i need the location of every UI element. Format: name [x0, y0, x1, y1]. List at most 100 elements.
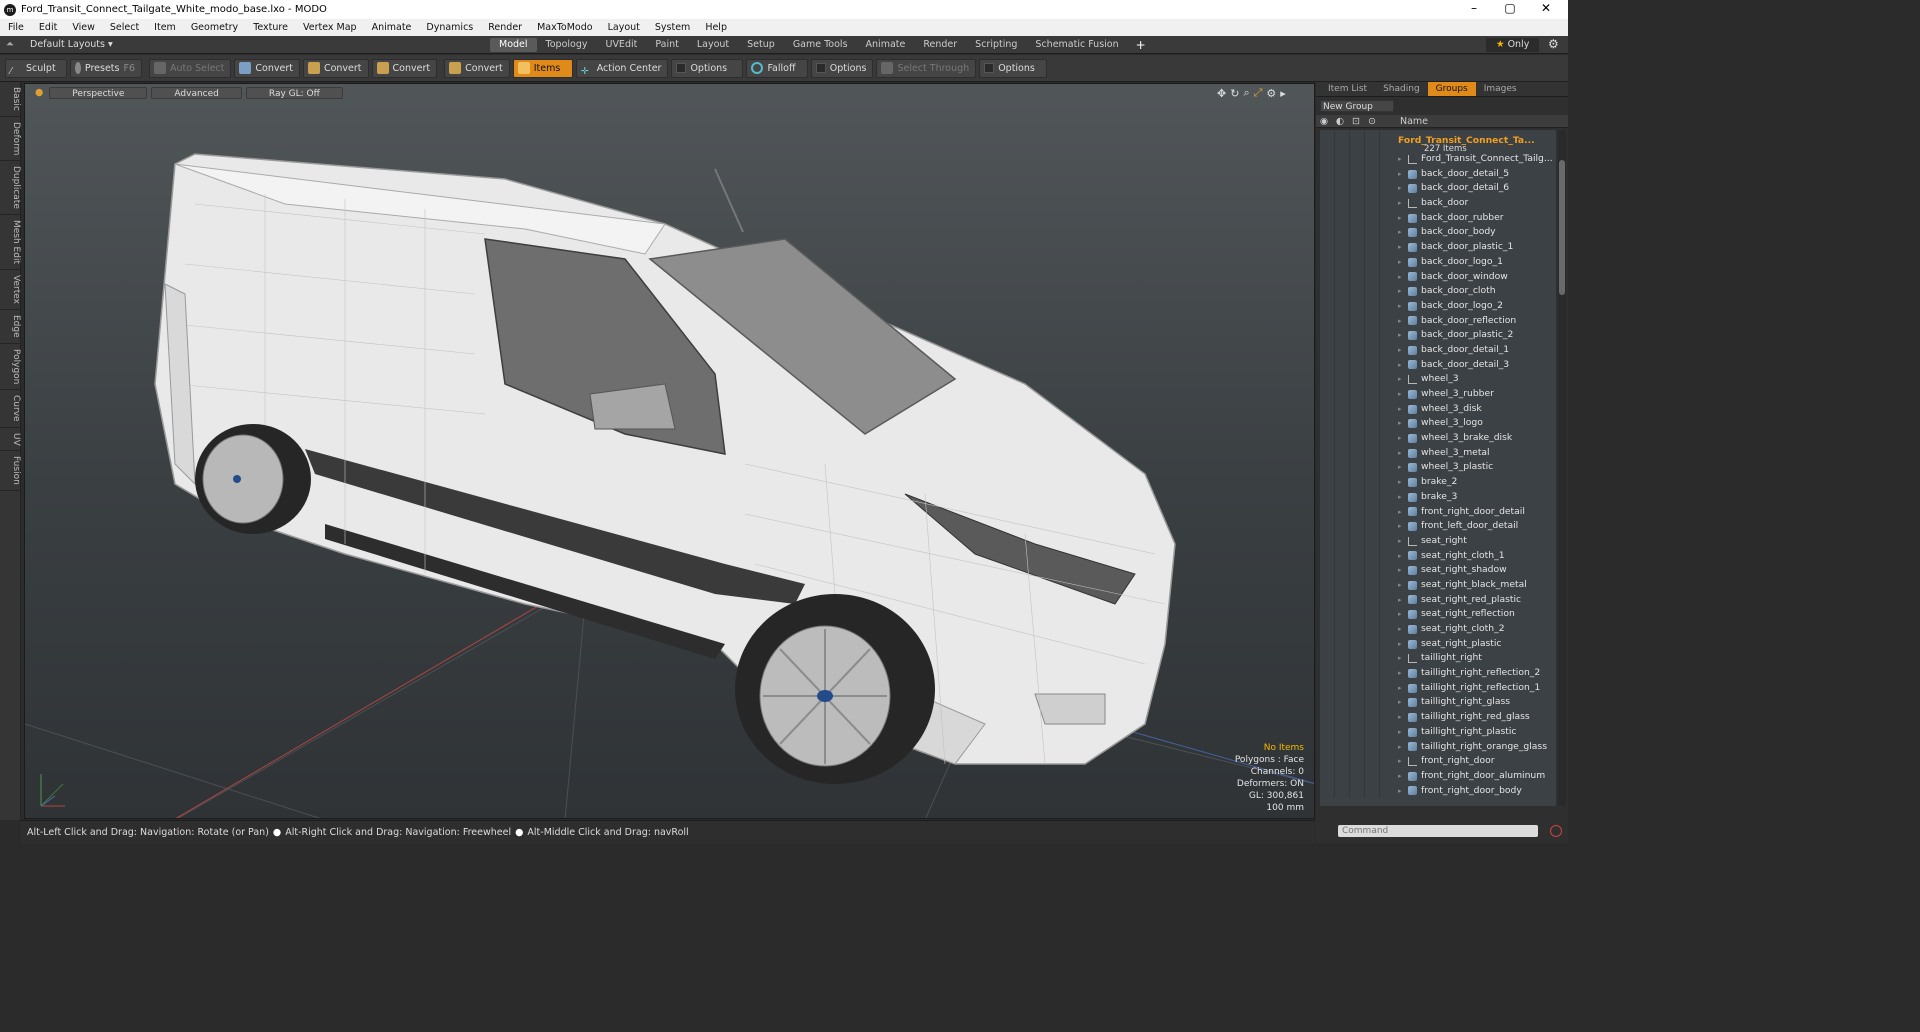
list-item[interactable]: ▸ seat_right_red_plastic — [1320, 592, 1556, 608]
presets-button[interactable]: Presets F6 — [70, 58, 142, 78]
list-item[interactable]: ▸ taillight_right_glass — [1320, 695, 1556, 711]
menu-render[interactable]: Render — [480, 22, 529, 33]
list-item[interactable]: ▸ front_right_door — [1320, 754, 1556, 769]
expand-icon[interactable]: ▸ — [1398, 681, 1408, 696]
menu-help[interactable]: Help — [697, 22, 734, 33]
convert-button-1[interactable]: Convert — [234, 58, 300, 78]
items-button[interactable]: Items — [512, 58, 573, 78]
expand-icon[interactable]: ▸ — [1398, 769, 1408, 784]
list-item[interactable]: ▸ seat_right — [1320, 533, 1556, 549]
expand-icon[interactable]: ▸ — [1398, 710, 1408, 725]
expand-icon[interactable]: ▸ — [1398, 534, 1408, 549]
expand-icon[interactable]: ▸ — [1398, 784, 1408, 799]
expand-icon[interactable]: ▸ — [1398, 607, 1408, 622]
expand-icon[interactable]: ▸ — [1398, 622, 1408, 637]
convert-button-2[interactable]: Convert — [302, 58, 369, 78]
sculpt-button[interactable]: ⁄ Sculpt — [5, 58, 67, 78]
list-item[interactable]: ▸ back_door_detail_1 — [1320, 342, 1556, 358]
list-item[interactable]: ▸ taillight_right_reflection_1 — [1320, 680, 1556, 696]
menu-item[interactable]: Item — [146, 22, 183, 33]
menu-file[interactable]: File — [0, 22, 31, 33]
list-item[interactable]: ▸ wheel_3 — [1320, 372, 1556, 387]
left-tab-duplicate[interactable]: Duplicate — [0, 161, 21, 216]
action-center-options[interactable]: Options — [671, 58, 744, 78]
left-tab-vertex[interactable]: Vertex — [0, 270, 21, 311]
tab-game-tools[interactable]: Game Tools — [784, 38, 857, 52]
expand-icon[interactable]: ▸ — [1398, 270, 1408, 285]
list-item[interactable]: ▸ brake_2 — [1320, 475, 1556, 490]
viewport-menu-icon[interactable]: ● — [35, 87, 43, 98]
default-layouts-dropdown[interactable]: Default Layouts ▾ — [30, 39, 490, 50]
list-item[interactable]: ▸ front_right_door_detail — [1320, 504, 1556, 520]
list-item[interactable]: ▸ wheel_3_brake_disk — [1320, 431, 1556, 446]
expand-icon[interactable]: ▸ — [1398, 358, 1408, 373]
visibility-column-icon[interactable]: ◉ — [1316, 116, 1332, 127]
advanced-dropdown[interactable]: Advanced — [151, 86, 242, 99]
rotate-icon[interactable]: ↻ — [1230, 87, 1239, 100]
maximize-button[interactable]: ▢ — [1493, 0, 1527, 19]
close-button[interactable]: ✕ — [1529, 0, 1563, 19]
pan-icon[interactable]: ✥ — [1217, 87, 1226, 100]
expand-icon[interactable]: ▸ — [1398, 666, 1408, 681]
list-item[interactable]: ▸ back_door_logo_2 — [1320, 298, 1556, 314]
expand-icon[interactable]: ▸ — [1398, 167, 1408, 182]
expand-icon[interactable]: ▸ — [1398, 152, 1408, 167]
list-item[interactable]: ▸ wheel_3_plastic — [1320, 460, 1556, 476]
menu-maxtomodo[interactable]: MaxToModo — [529, 22, 600, 33]
expand-icon[interactable]: ▸ — [1398, 284, 1408, 299]
expand-icon[interactable]: ▸ — [1398, 460, 1408, 475]
auto-select-button[interactable]: Auto Select — [149, 58, 232, 78]
left-tab-basic[interactable]: Basic — [0, 82, 21, 117]
scrollbar-thumb[interactable] — [1559, 160, 1565, 295]
expand-icon[interactable]: ▸ — [1398, 593, 1408, 608]
list-item[interactable]: ▸ seat_right_black_metal — [1320, 577, 1556, 593]
expand-icon[interactable]: ▸ — [1398, 196, 1408, 211]
tab-paint[interactable]: Paint — [646, 38, 688, 52]
expand-icon[interactable]: ▸ — [1398, 695, 1408, 710]
menu-edit[interactable]: Edit — [31, 22, 64, 33]
expand-icon[interactable]: ▸ — [1398, 372, 1408, 387]
left-tab-edge[interactable]: Edge — [0, 310, 21, 344]
expand-icon[interactable]: ▸ — [1398, 314, 1408, 329]
expand-icon[interactable]: ▸ — [1398, 431, 1408, 446]
gear-icon[interactable]: ⚙ — [1548, 37, 1559, 51]
menu-view[interactable]: View — [64, 22, 102, 33]
expand-icon[interactable]: ▸ — [1398, 387, 1408, 402]
menu-layout[interactable]: Layout — [600, 22, 647, 33]
expand-icon[interactable]: ▸ — [1398, 402, 1408, 417]
list-item[interactable]: ▸ front_left_door_detail — [1320, 519, 1556, 534]
expand-icon[interactable]: ▸ — [1398, 725, 1408, 740]
falloff-button[interactable]: Falloff — [746, 58, 809, 78]
record-icon[interactable] — [1550, 824, 1562, 837]
3d-viewport[interactable]: ● Perspective Advanced Ray GL: Off ✥ ↻ ⌕… — [24, 83, 1315, 819]
list-item[interactable]: ▸ taillight_right_reflection_2 — [1320, 666, 1556, 681]
name-column-header[interactable]: Name — [1400, 116, 1428, 127]
expand-icon[interactable]: ▸ — [1398, 519, 1408, 534]
expand-icon[interactable]: ▸ — [1398, 549, 1408, 564]
list-item[interactable]: ▸ taillight_right_plastic — [1320, 724, 1556, 740]
expand-icon[interactable]: ▸ — [1398, 475, 1408, 490]
menu-select[interactable]: Select — [102, 22, 146, 33]
left-tab-deform[interactable]: Deform — [0, 117, 21, 162]
list-item[interactable]: ▸ wheel_3_disk — [1320, 401, 1556, 417]
list-item[interactable]: ▸ taillight_right_red_glass — [1320, 710, 1556, 725]
tab-animate[interactable]: Animate — [857, 38, 915, 52]
expand-icon[interactable]: ▸ — [1398, 754, 1408, 769]
list-item[interactable]: ▸ back_door_rubber — [1320, 210, 1556, 226]
panel-tab-groups[interactable]: Groups — [1427, 82, 1476, 96]
list-item[interactable]: ▸ wheel_3_rubber — [1320, 387, 1556, 402]
menu-geometry[interactable]: Geometry — [183, 22, 245, 33]
render-column-icon[interactable]: ◐ — [1332, 116, 1348, 127]
minimize-button[interactable]: – — [1457, 0, 1491, 19]
menu-dynamics[interactable]: Dynamics — [418, 22, 480, 33]
list-item[interactable]: ▸ back_door_cloth — [1320, 284, 1556, 299]
tab-schematic-fusion[interactable]: Schematic Fusion — [1026, 38, 1127, 52]
select-through-button[interactable]: Select Through — [876, 58, 977, 78]
list-item[interactable]: ▸ back_door_body — [1320, 225, 1556, 241]
left-tab-uv[interactable]: UV — [0, 428, 21, 452]
add-tab-icon[interactable]: + — [1136, 38, 1146, 52]
expand-icon[interactable]: ▸ — [1398, 181, 1408, 196]
panel-tab-item-list[interactable]: Item List — [1320, 82, 1375, 96]
list-item[interactable]: ▸ seat_right_cloth_1 — [1320, 548, 1556, 564]
list-item[interactable]: ▸ front_right_door_body — [1320, 783, 1556, 799]
